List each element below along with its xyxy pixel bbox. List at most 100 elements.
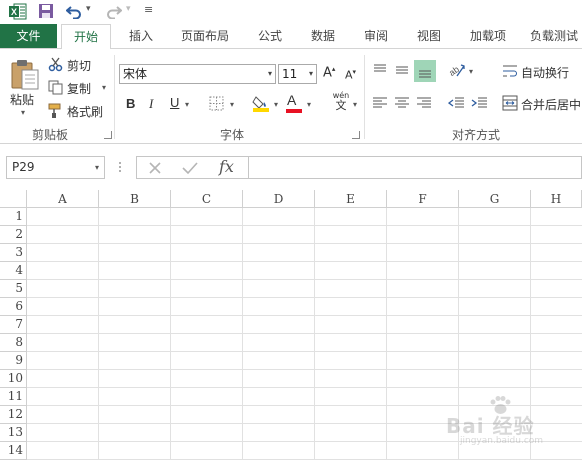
- format-painter-label[interactable]: 格式刷: [67, 103, 103, 120]
- column-header-c[interactable]: C: [171, 190, 243, 208]
- merge-center-icon[interactable]: [502, 95, 518, 111]
- tab-home[interactable]: 开始: [61, 24, 111, 49]
- tab-load-test[interactable]: 负载测试: [530, 24, 582, 48]
- row-header[interactable]: 6: [0, 298, 27, 316]
- cancel-icon[interactable]: [147, 160, 163, 176]
- insert-function-button[interactable]: fx: [219, 157, 234, 176]
- underline-dropdown-arrow[interactable]: ▾: [185, 100, 189, 109]
- borders-icon[interactable]: [209, 96, 224, 111]
- row-header[interactable]: 14: [0, 442, 27, 460]
- increase-indent-icon[interactable]: [471, 96, 488, 110]
- middle-align-icon[interactable]: [394, 62, 410, 78]
- font-dialog-launcher[interactable]: [352, 131, 360, 139]
- fill-color-dropdown-arrow[interactable]: ▾: [274, 100, 278, 109]
- row-header[interactable]: 8: [0, 334, 27, 352]
- name-box[interactable]: P29 ▾: [6, 156, 105, 179]
- row-header[interactable]: 13: [0, 424, 27, 442]
- font-name-combobox[interactable]: 宋体 ▾: [119, 64, 276, 84]
- column-header-h[interactable]: H: [531, 190, 582, 208]
- font-color-dropdown-arrow[interactable]: ▾: [307, 100, 311, 109]
- italic-button[interactable]: I: [149, 96, 153, 112]
- formula-input[interactable]: [248, 156, 582, 179]
- redo-icon[interactable]: [106, 3, 122, 19]
- column-header-d[interactable]: D: [243, 190, 315, 208]
- paste-icon[interactable]: [10, 58, 40, 90]
- copy-label[interactable]: 复制: [67, 80, 91, 97]
- merge-center-label[interactable]: 合并后居中: [521, 96, 581, 113]
- column-header-g[interactable]: G: [459, 190, 531, 208]
- cut-icon[interactable]: [48, 57, 63, 72]
- font-name-value: 宋体: [123, 67, 148, 81]
- wrap-text-label[interactable]: 自动换行: [521, 64, 569, 81]
- wrap-text-icon[interactable]: [502, 63, 518, 79]
- fill-color-icon[interactable]: [252, 94, 270, 112]
- copy-icon[interactable]: [48, 80, 63, 95]
- paste-dropdown-arrow[interactable]: ▾: [21, 108, 25, 117]
- font-size-dropdown-arrow[interactable]: ▾: [309, 65, 313, 83]
- tab-add-ins[interactable]: 加载项: [465, 24, 511, 48]
- font-color-letter: A: [287, 92, 297, 108]
- top-align-icon[interactable]: [372, 62, 388, 78]
- copy-dropdown-arrow[interactable]: ▾: [102, 83, 106, 92]
- tab-formulas[interactable]: 公式: [253, 24, 287, 48]
- cut-label[interactable]: 剪切: [67, 57, 91, 74]
- tab-file[interactable]: 文件: [0, 24, 57, 48]
- row-header[interactable]: 12: [0, 406, 27, 424]
- bottom-align-icon[interactable]: [414, 60, 436, 82]
- row-header[interactable]: 3: [0, 244, 27, 262]
- customize-qat-button[interactable]: ≡: [144, 3, 153, 16]
- fill-color-swatch: [253, 108, 269, 112]
- row-header[interactable]: 7: [0, 316, 27, 334]
- orientation-icon[interactable]: ab: [448, 62, 466, 78]
- paste-label[interactable]: 粘贴: [10, 91, 34, 108]
- increase-font-size-button[interactable]: A▴: [323, 65, 335, 80]
- select-all-button[interactable]: [0, 190, 27, 208]
- row-header[interactable]: 1: [0, 208, 27, 226]
- formula-bar: P29 ▾ fx: [0, 144, 582, 190]
- svg-text:ab: ab: [448, 64, 461, 78]
- tab-page-layout[interactable]: 页面布局: [176, 24, 234, 48]
- decrease-font-size-button[interactable]: A▾: [345, 68, 356, 82]
- row-header[interactable]: 10: [0, 370, 27, 388]
- tab-data[interactable]: 数据: [306, 24, 340, 48]
- align-right-icon[interactable]: [416, 96, 432, 110]
- save-icon[interactable]: [38, 3, 54, 19]
- phonetic-dropdown-arrow[interactable]: ▾: [353, 100, 357, 109]
- bold-button[interactable]: B: [126, 96, 135, 111]
- row-header[interactable]: 5: [0, 280, 27, 298]
- watermark-text: Bai 经验: [446, 414, 535, 438]
- row-header[interactable]: 4: [0, 262, 27, 280]
- baidu-jingyan-watermark: Bai 经验 jingyan.baidu.com: [446, 396, 576, 448]
- row-header[interactable]: 11: [0, 388, 27, 406]
- phonetic-guide-bottom: 文: [335, 99, 347, 112]
- name-box-dropdown-arrow[interactable]: ▾: [95, 157, 99, 178]
- format-painter-icon[interactable]: [48, 103, 63, 118]
- decrease-indent-icon[interactable]: [448, 96, 465, 110]
- font-size-value: 11: [282, 67, 298, 81]
- phonetic-guide-button[interactable]: wén 文: [331, 91, 351, 115]
- redo-dropdown[interactable]: ▾: [126, 4, 131, 14]
- font-color-button[interactable]: A: [287, 92, 296, 108]
- row-header[interactable]: 2: [0, 226, 27, 244]
- undo-dropdown[interactable]: ▾: [86, 4, 91, 14]
- align-left-icon[interactable]: [372, 96, 388, 110]
- undo-icon[interactable]: [66, 3, 82, 19]
- clipboard-dialog-launcher[interactable]: [104, 131, 112, 139]
- font-size-combobox[interactable]: 11 ▾: [278, 64, 317, 84]
- orientation-dropdown-arrow[interactable]: ▾: [469, 67, 473, 76]
- underline-button[interactable]: U: [170, 95, 179, 110]
- column-header-a[interactable]: A: [27, 190, 99, 208]
- column-header-f[interactable]: F: [387, 190, 459, 208]
- column-header-b[interactable]: B: [99, 190, 171, 208]
- tab-view[interactable]: 视图: [412, 24, 446, 48]
- align-center-icon[interactable]: [394, 96, 410, 110]
- borders-dropdown-arrow[interactable]: ▾: [230, 100, 234, 109]
- tab-insert[interactable]: 插入: [124, 24, 158, 48]
- font-name-dropdown-arrow[interactable]: ▾: [268, 65, 272, 83]
- row-header[interactable]: 9: [0, 352, 27, 370]
- formula-bar-grip-icon[interactable]: [118, 159, 122, 175]
- tab-review[interactable]: 审阅: [359, 24, 393, 48]
- enter-icon[interactable]: [181, 160, 199, 176]
- watermark-url: jingyan.baidu.com: [460, 436, 544, 446]
- column-header-e[interactable]: E: [315, 190, 387, 208]
